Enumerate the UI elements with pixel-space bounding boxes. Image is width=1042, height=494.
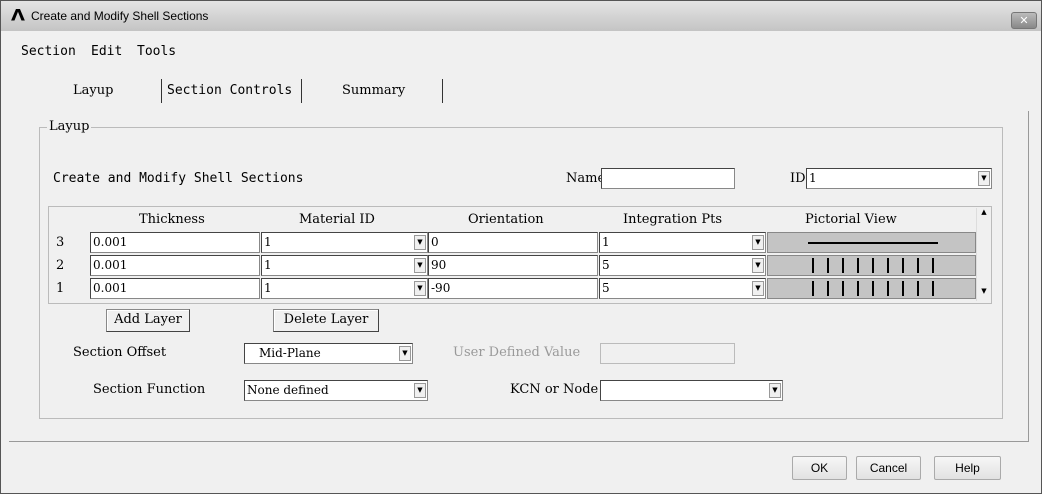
kcn-node-select[interactable]: ▼ [600,380,783,401]
orientation-input[interactable]: 0 [428,232,598,253]
scroll-down-icon[interactable]: ▼ [978,287,990,301]
ok-button[interactable]: OK [792,456,847,480]
menu-section[interactable]: Section [21,44,76,59]
chevron-down-icon[interactable]: ▼ [752,258,764,273]
vertical-fiber-mark [902,258,904,273]
tab-layup[interactable]: Layup [73,83,113,98]
integration-pts-select[interactable]: 5 ▼ [599,255,766,276]
vertical-fiber-mark [872,281,874,296]
chevron-down-icon[interactable]: ▼ [752,235,764,250]
chevron-down-icon[interactable]: ▼ [414,281,426,296]
vertical-fiber-mark [917,258,919,273]
tab-section-controls[interactable]: Section Controls [167,83,292,98]
material-id-value: 1 [264,235,272,249]
ansys-logo-icon: Λ [11,6,25,25]
tab-summary[interactable]: Summary [342,83,405,98]
thickness-input[interactable]: 0.001 [90,255,260,276]
vertical-fiber-mark [932,281,934,296]
chevron-down-icon[interactable]: ▼ [769,383,781,398]
add-layer-button[interactable]: Add Layer [106,309,190,332]
id-select[interactable]: 1 ▼ [806,168,992,189]
pictorial-view-cell [767,255,976,276]
cancel-button[interactable]: Cancel [856,456,921,480]
chevron-down-icon[interactable]: ▼ [752,281,764,296]
id-value: 1 [809,171,817,185]
id-label: ID [790,171,806,186]
kcn-node-label: KCN or Node [510,382,599,397]
section-function-value: None defined [247,383,329,397]
section-function-select[interactable]: None defined ▼ [244,380,428,401]
vertical-fiber-mark [887,258,889,273]
vertical-fiber-mark [827,281,829,296]
pictorial-view-cell [767,232,976,253]
vertical-fiber-mark [887,281,889,296]
vertical-fiber-mark [857,258,859,273]
material-id-value: 1 [264,258,272,272]
material-id-select[interactable]: 1 ▼ [261,255,428,276]
close-button[interactable]: ✕ [1011,12,1037,29]
section-offset-select[interactable]: Mid-Plane ▼ [244,343,413,364]
vertical-fiber-mark [917,281,919,296]
header-material-id: Material ID [299,212,375,227]
integration-pts-value: 5 [602,258,610,272]
chevron-down-icon[interactable]: ▼ [978,171,990,186]
dialog-window: Λ Create and Modify Shell Sections ✕ Sec… [0,0,1042,494]
vertical-fiber-mark [827,258,829,273]
integration-pts-value: 1 [602,235,610,249]
group-label: Layup [47,119,92,134]
row-number: 3 [56,235,65,250]
pictorial-view-cell [767,278,976,299]
header-pictorial-view: Pictorial View [805,212,897,227]
section-offset-label: Section Offset [73,345,167,360]
vertical-fiber-mark [872,258,874,273]
window-title: Create and Modify Shell Sections [31,9,209,23]
menu-edit[interactable]: Edit [91,44,122,59]
delete-layer-button[interactable]: Delete Layer [273,309,379,332]
row-number: 2 [56,258,65,273]
orientation-input[interactable]: -90 [428,278,598,299]
vertical-fiber-mark [857,281,859,296]
vertical-fiber-mark [902,281,904,296]
material-id-value: 1 [264,281,272,295]
chevron-down-icon[interactable]: ▼ [414,235,426,250]
horizontal-fiber-mark [808,242,938,244]
material-id-select[interactable]: 1 ▼ [261,278,428,299]
header-integration-pts: Integration Pts [623,212,723,227]
vertical-fiber-mark [932,258,934,273]
vertical-fiber-mark [812,281,814,296]
user-defined-value-label: User Defined Value [453,345,581,360]
material-id-select[interactable]: 1 ▼ [261,232,428,253]
section-heading: Create and Modify Shell Sections [53,171,304,186]
chevron-down-icon[interactable]: ▼ [399,346,411,361]
integration-pts-select[interactable]: 1 ▼ [599,232,766,253]
help-button[interactable]: Help [934,456,1001,480]
menu-tools[interactable]: Tools [137,44,176,59]
integration-pts-value: 5 [602,281,610,295]
name-input[interactable] [601,168,735,189]
orientation-input[interactable]: 90 [428,255,598,276]
scroll-up-icon[interactable]: ▲ [978,208,990,222]
table-scrollbar[interactable]: ▲ ▼ [976,208,991,301]
section-offset-value: Mid-Plane [259,346,321,360]
vertical-fiber-mark [842,258,844,273]
thickness-input[interactable]: 0.001 [90,232,260,253]
chevron-down-icon[interactable]: ▼ [414,383,426,398]
header-thickness: Thickness [139,212,205,227]
integration-pts-select[interactable]: 5 ▼ [599,278,766,299]
row-number: 1 [56,281,65,296]
header-orientation: Orientation [468,212,544,227]
user-defined-value-input[interactable] [600,343,735,364]
vertical-fiber-mark [812,258,814,273]
name-label: Name [566,171,606,186]
vertical-fiber-mark [842,281,844,296]
section-function-label: Section Function [93,382,206,397]
chevron-down-icon[interactable]: ▼ [414,258,426,273]
thickness-input[interactable]: 0.001 [90,278,260,299]
